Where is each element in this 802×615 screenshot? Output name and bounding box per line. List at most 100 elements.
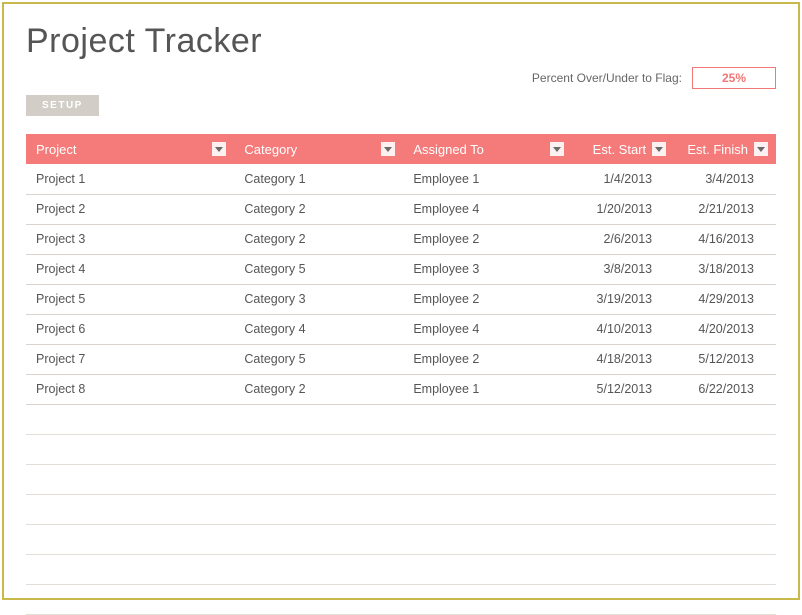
empty-cell[interactable] [234,464,403,494]
empty-cell[interactable] [26,584,234,614]
empty-cell[interactable] [674,494,776,524]
empty-row[interactable] [26,464,776,494]
empty-row[interactable] [26,434,776,464]
cell-category[interactable]: Category 2 [234,224,403,254]
cell-finish[interactable]: 6/22/2013 [674,374,776,404]
empty-cell[interactable] [403,554,572,584]
cell-project[interactable]: Project 5 [26,284,234,314]
table-row[interactable]: Project 4Category 5Employee 33/8/20133/1… [26,254,776,284]
empty-row[interactable] [26,404,776,434]
empty-cell[interactable] [234,404,403,434]
header-category[interactable]: Category [234,134,403,164]
cell-finish[interactable]: 4/16/2013 [674,224,776,254]
cell-category[interactable]: Category 2 [234,194,403,224]
cell-assigned[interactable]: Employee 1 [403,374,572,404]
cell-assigned[interactable]: Employee 2 [403,284,572,314]
cell-project[interactable]: Project 4 [26,254,234,284]
empty-row[interactable] [26,524,776,554]
empty-cell[interactable] [234,494,403,524]
empty-cell[interactable] [674,524,776,554]
empty-cell[interactable] [674,554,776,584]
cell-start[interactable]: 3/19/2013 [572,284,674,314]
cell-assigned[interactable]: Employee 2 [403,224,572,254]
filter-dropdown-icon[interactable] [212,142,226,156]
table-row[interactable]: Project 8Category 2Employee 15/12/20136/… [26,374,776,404]
cell-category[interactable]: Category 5 [234,344,403,374]
empty-row[interactable] [26,584,776,614]
cell-start[interactable]: 3/8/2013 [572,254,674,284]
filter-dropdown-icon[interactable] [550,142,564,156]
cell-project[interactable]: Project 8 [26,374,234,404]
empty-cell[interactable] [674,464,776,494]
empty-cell[interactable] [26,404,234,434]
empty-cell[interactable] [572,404,674,434]
empty-cell[interactable] [403,584,572,614]
empty-cell[interactable] [674,434,776,464]
empty-cell[interactable] [572,584,674,614]
flag-value-input[interactable]: 25% [692,67,776,89]
cell-assigned[interactable]: Employee 1 [403,164,572,194]
cell-project[interactable]: Project 1 [26,164,234,194]
empty-cell[interactable] [26,464,234,494]
cell-finish[interactable]: 3/18/2013 [674,254,776,284]
empty-cell[interactable] [572,494,674,524]
empty-cell[interactable] [234,434,403,464]
empty-cell[interactable] [26,554,234,584]
empty-cell[interactable] [674,584,776,614]
cell-category[interactable]: Category 3 [234,284,403,314]
cell-category[interactable]: Category 1 [234,164,403,194]
cell-assigned[interactable]: Employee 2 [403,344,572,374]
cell-project[interactable]: Project 7 [26,344,234,374]
empty-cell[interactable] [403,434,572,464]
header-project[interactable]: Project [26,134,234,164]
empty-cell[interactable] [403,494,572,524]
empty-cell[interactable] [572,524,674,554]
cell-category[interactable]: Category 2 [234,374,403,404]
cell-assigned[interactable]: Employee 4 [403,194,572,224]
cell-start[interactable]: 4/18/2013 [572,344,674,374]
empty-cell[interactable] [403,464,572,494]
empty-cell[interactable] [572,554,674,584]
table-row[interactable]: Project 2Category 2Employee 41/20/20132/… [26,194,776,224]
table-row[interactable]: Project 3Category 2Employee 22/6/20134/1… [26,224,776,254]
empty-row[interactable] [26,554,776,584]
empty-cell[interactable] [572,434,674,464]
setup-button[interactable]: SETUP [26,95,99,116]
empty-cell[interactable] [234,524,403,554]
empty-cell[interactable] [403,524,572,554]
cell-project[interactable]: Project 2 [26,194,234,224]
empty-cell[interactable] [572,464,674,494]
cell-finish[interactable]: 3/4/2013 [674,164,776,194]
cell-project[interactable]: Project 3 [26,224,234,254]
empty-cell[interactable] [26,494,234,524]
filter-dropdown-icon[interactable] [381,142,395,156]
cell-start[interactable]: 1/20/2013 [572,194,674,224]
cell-project[interactable]: Project 6 [26,314,234,344]
table-row[interactable]: Project 6Category 4Employee 44/10/20134/… [26,314,776,344]
empty-cell[interactable] [234,584,403,614]
cell-start[interactable]: 1/4/2013 [572,164,674,194]
cell-assigned[interactable]: Employee 3 [403,254,572,284]
cell-start[interactable]: 4/10/2013 [572,314,674,344]
header-finish[interactable]: Est. Finish [674,134,776,164]
cell-finish[interactable]: 4/20/2013 [674,314,776,344]
empty-cell[interactable] [234,554,403,584]
cell-assigned[interactable]: Employee 4 [403,314,572,344]
cell-start[interactable]: 5/12/2013 [572,374,674,404]
empty-cell[interactable] [674,404,776,434]
header-assigned[interactable]: Assigned To [403,134,572,164]
cell-category[interactable]: Category 4 [234,314,403,344]
cell-finish[interactable]: 4/29/2013 [674,284,776,314]
filter-dropdown-icon[interactable] [754,142,768,156]
cell-finish[interactable]: 2/21/2013 [674,194,776,224]
cell-start[interactable]: 2/6/2013 [572,224,674,254]
cell-category[interactable]: Category 5 [234,254,403,284]
empty-cell[interactable] [403,404,572,434]
empty-row[interactable] [26,494,776,524]
empty-cell[interactable] [26,434,234,464]
cell-finish[interactable]: 5/12/2013 [674,344,776,374]
header-start[interactable]: Est. Start [572,134,674,164]
filter-dropdown-icon[interactable] [652,142,666,156]
table-row[interactable]: Project 1Category 1Employee 11/4/20133/4… [26,164,776,194]
table-row[interactable]: Project 5Category 3Employee 23/19/20134/… [26,284,776,314]
